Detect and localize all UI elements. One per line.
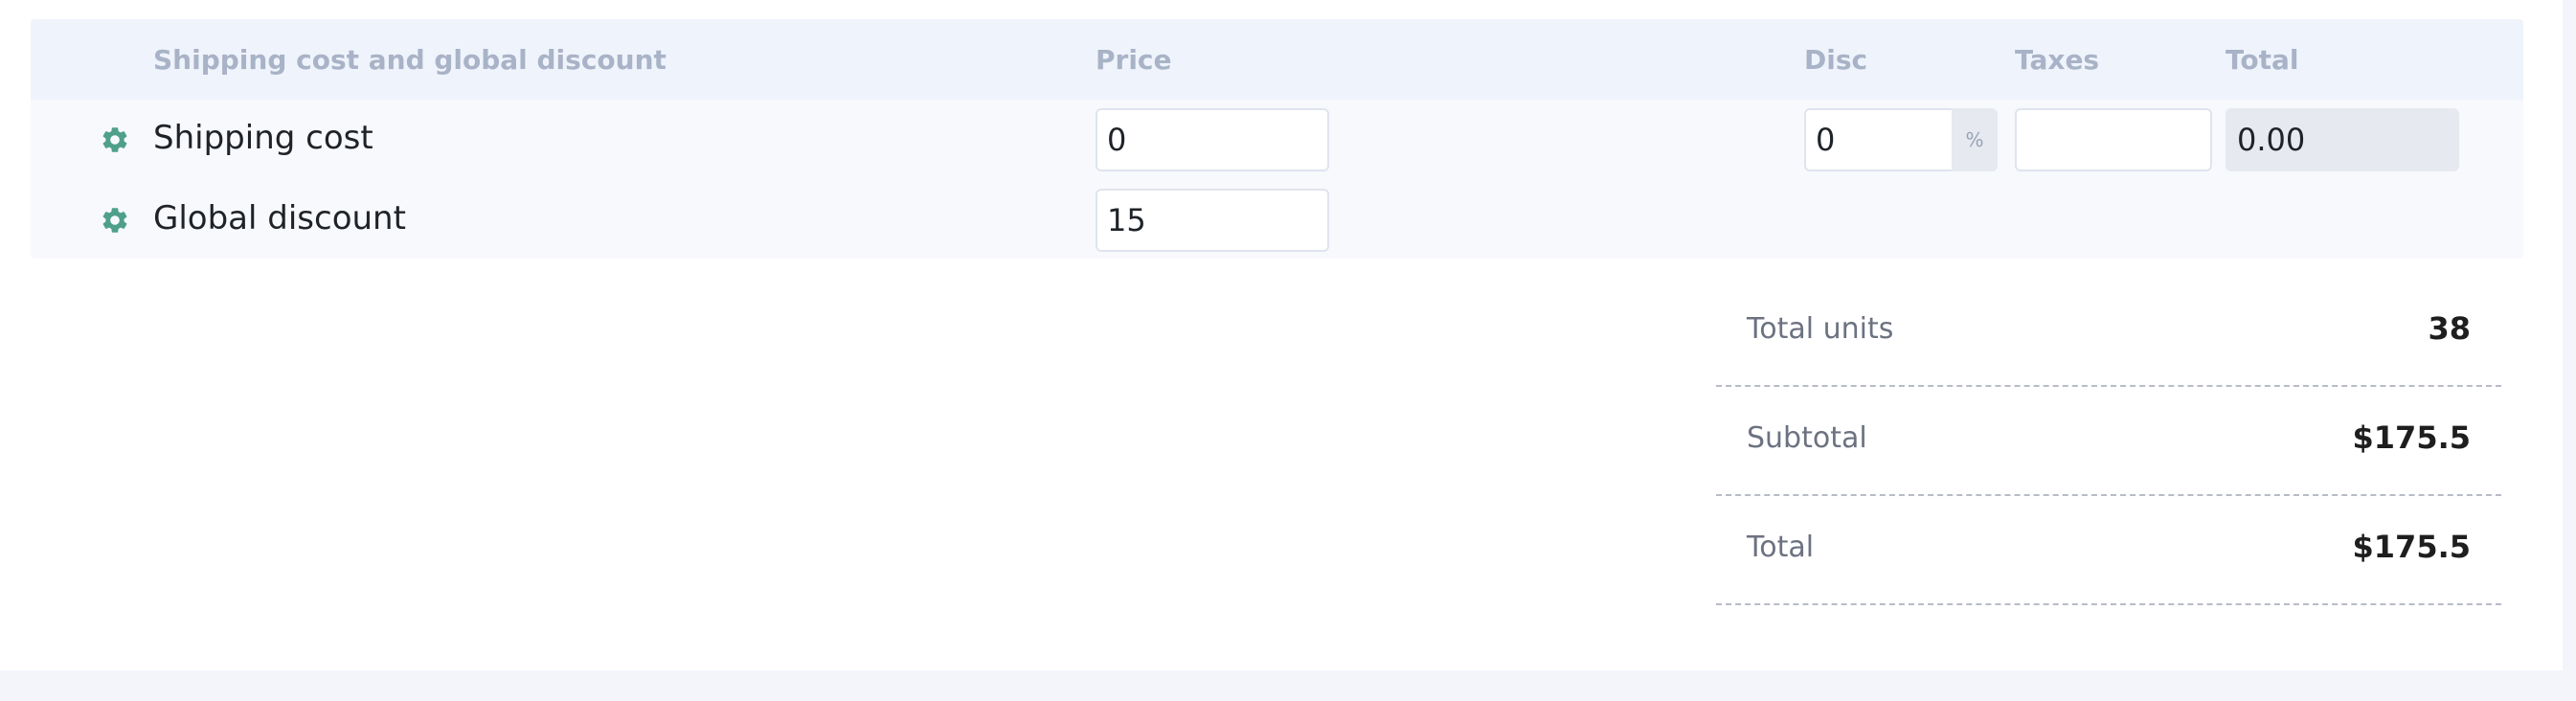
shipping-cost-label: Shipping cost [153,119,373,157]
shipping-discount-table: Shipping cost and global discount Price … [31,19,2523,259]
header-disc: Disc [1804,44,1868,76]
shipping-cost-price-input[interactable] [1096,108,1329,171]
header-section-title: Shipping cost and global discount [153,44,667,76]
header-price: Price [1096,44,1172,76]
global-discount-label: Global discount [153,199,406,237]
total-units-value: 38 [2428,310,2471,347]
summary-row-total-units: Total units 38 [1716,278,2501,387]
table-row-shipping-cost: Shipping cost % [31,100,2523,180]
order-summary: Total units 38 Subtotal $175.5 Total $17… [1716,278,2501,605]
header-total: Total [2226,44,2299,76]
table-header: Shipping cost and global discount Price … [31,19,2523,100]
shipping-cost-taxes-input[interactable] [2015,108,2212,171]
gear-icon[interactable] [100,205,130,236]
table-row-global-discount: Global discount [31,180,2523,259]
shipping-cost-disc-input[interactable] [1804,108,1954,171]
gear-icon[interactable] [100,124,130,155]
subtotal-label: Subtotal [1747,421,1867,455]
total-label: Total [1747,531,1815,564]
subtotal-value: $175.5 [2352,419,2471,456]
order-totals-panel: Shipping cost and global discount Price … [0,0,2563,670]
global-discount-price-input[interactable] [1096,189,1329,252]
total-units-label: Total units [1747,312,1894,346]
percent-addon: % [1952,108,1998,171]
summary-row-subtotal: Subtotal $175.5 [1716,387,2501,496]
header-taxes: Taxes [2015,44,2100,76]
summary-row-total: Total $175.5 [1716,496,2501,605]
shipping-cost-total-field [2226,108,2459,171]
total-value: $175.5 [2352,529,2471,565]
